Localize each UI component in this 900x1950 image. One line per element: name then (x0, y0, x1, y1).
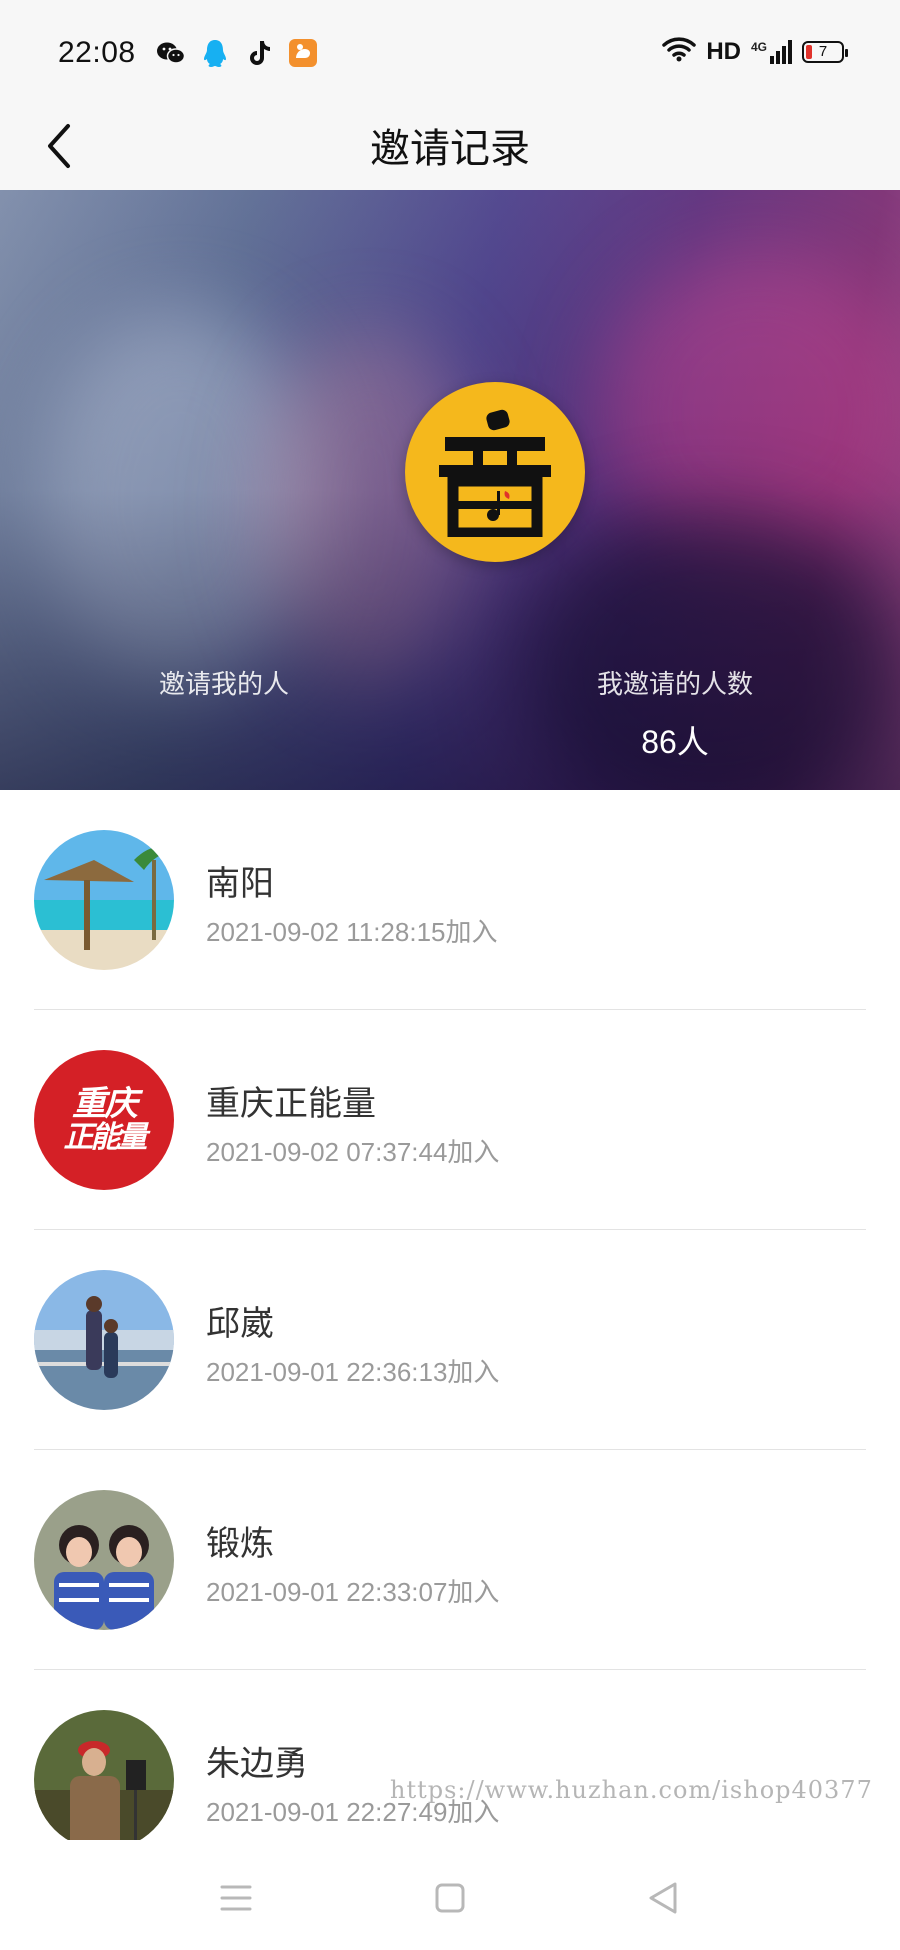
tiktok-icon (244, 38, 274, 68)
avatar (34, 1490, 174, 1630)
invitee-name: 锻炼 (206, 1525, 274, 1563)
home-button[interactable] (420, 1868, 480, 1928)
back-triangle-icon (649, 1882, 677, 1914)
invitee-name: 南阳 (206, 865, 274, 903)
uc-browser-icon (288, 38, 318, 68)
avatar (34, 1270, 174, 1410)
recent-apps-button[interactable] (206, 1868, 266, 1928)
signal-icon: 4G (750, 39, 792, 64)
wechat-icon (156, 38, 186, 68)
battery-level-text: 7 (818, 43, 828, 60)
join-time: 2021-09-02 07:37:44加入 (206, 1137, 500, 1167)
join-time: 2021-09-02 11:28:15加入 (206, 917, 498, 947)
invited-count-section: 我邀请的人数 86人 (525, 664, 825, 763)
home-icon (435, 1883, 465, 1913)
music-note-logo-icon (439, 409, 551, 537)
invitee-name: 邱崴 (206, 1305, 274, 1343)
system-back-button[interactable] (633, 1868, 693, 1928)
status-bar: 22:08 HD 4G 7 (0, 0, 900, 104)
list-item[interactable]: 南阳 2021-09-02 11:28:15加入 (0, 790, 900, 1010)
list-item[interactable]: 重庆 正能量 重庆正能量 2021-09-02 07:37:44加入 (0, 1010, 900, 1230)
avatar-badge-line2: 正能量 (63, 1120, 148, 1154)
menu-icon (220, 1885, 252, 1911)
invited-count-value: 86人 (641, 724, 709, 760)
system-nav-bar (0, 1840, 900, 1950)
watermark: https://www.huzhan.com/ishop40377 (390, 1776, 873, 1804)
battery-level (806, 44, 812, 59)
list-item[interactable]: 锻炼 2021-09-01 22:33:07加入 (0, 1450, 900, 1670)
join-time: 2021-09-01 22:36:13加入 (206, 1357, 500, 1387)
qq-icon (200, 38, 230, 68)
network-hd-label: HD (706, 37, 741, 65)
invited-count-label: 我邀请的人数 (596, 669, 753, 699)
app-logo (405, 382, 585, 562)
inviter-section[interactable]: 邀请我的人 (74, 664, 374, 717)
page-title: 邀请记录 (370, 127, 530, 171)
join-time: 2021-09-01 22:33:07加入 (206, 1577, 500, 1607)
avatar-badge-line1: 重庆 (72, 1084, 138, 1123)
status-time: 22:08 (58, 36, 136, 69)
wifi-icon (662, 36, 697, 67)
avatar (34, 1710, 174, 1850)
invitee-name: 重庆正能量 (206, 1085, 376, 1123)
list-item[interactable]: 邱崴 2021-09-01 22:36:13加入 (0, 1230, 900, 1450)
invitee-list: 南阳 2021-09-02 11:28:15加入 重庆 正能量 重庆正能量 20… (0, 790, 900, 1890)
invite-summary-banner: 邀请我的人 我邀请的人数 86人 (0, 190, 900, 790)
status-app-icons (156, 38, 318, 68)
network-type-label: 4G (750, 39, 767, 54)
avatar: 重庆 正能量 (34, 1050, 174, 1190)
battery-icon: 7 (802, 40, 848, 63)
inviter-label: 邀请我的人 (158, 669, 289, 699)
status-indicators: HD 4G 7 (662, 36, 848, 67)
invitee-name: 朱边勇 (206, 1745, 308, 1783)
avatar (34, 830, 174, 970)
nav-bar: 邀请记录 (0, 104, 900, 190)
